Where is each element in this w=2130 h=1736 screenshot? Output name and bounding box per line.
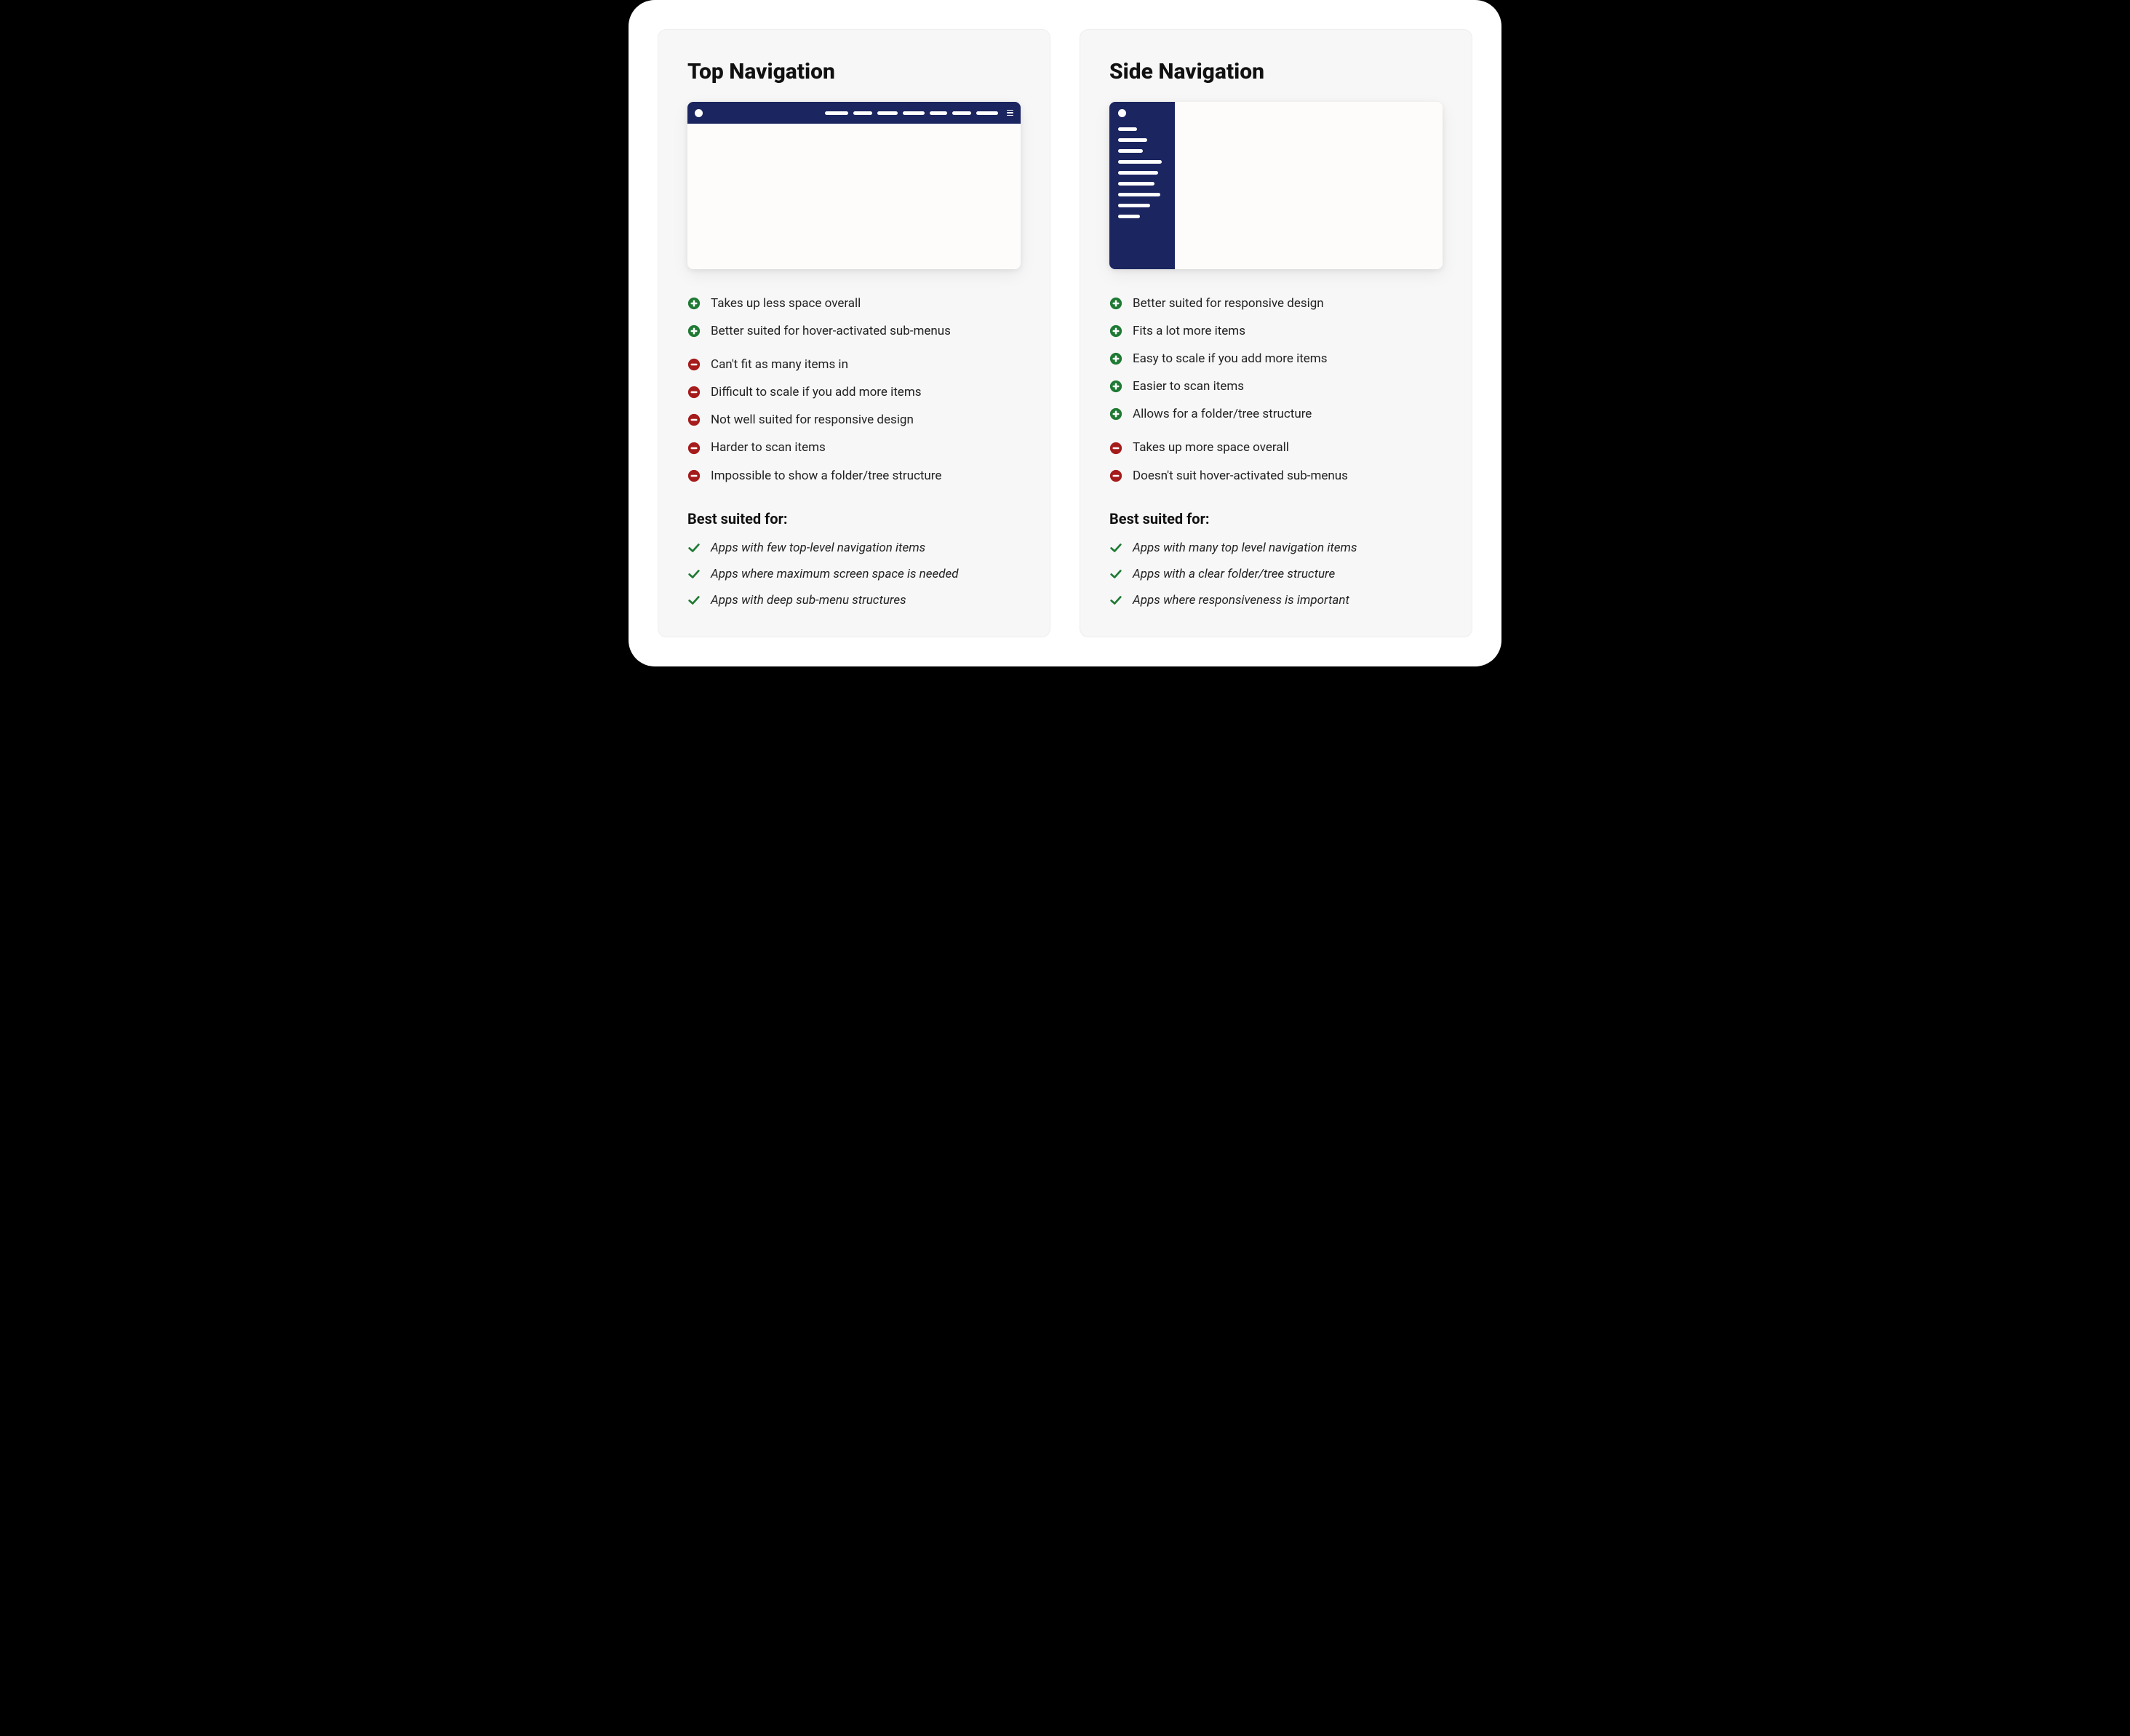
plus-circle-icon bbox=[1109, 352, 1122, 365]
hamburger-icon bbox=[1007, 110, 1013, 116]
item-text: Doesn't suit hover-activated sub-menus bbox=[1133, 468, 1348, 484]
best-suited-list: Apps with many top level navigation item… bbox=[1109, 541, 1443, 608]
list-item: Apps with many top level navigation item… bbox=[1109, 541, 1443, 555]
minus-circle-icon bbox=[1109, 469, 1122, 482]
item-text: Easier to scan items bbox=[1133, 378, 1244, 394]
item-text: Allows for a folder/tree structure bbox=[1133, 406, 1312, 422]
plus-circle-icon bbox=[1109, 407, 1122, 421]
minus-circle-icon bbox=[687, 413, 701, 426]
card-title: Side Navigation bbox=[1109, 59, 1443, 84]
check-icon bbox=[687, 568, 701, 581]
plus-circle-icon bbox=[687, 297, 701, 310]
minus-circle-icon bbox=[687, 469, 701, 482]
cons-list: Takes up more space overall Doesn't suit… bbox=[1109, 439, 1443, 483]
check-icon bbox=[687, 594, 701, 607]
list-item: Apps where responsiveness is important bbox=[1109, 593, 1443, 608]
list-item: Apps with deep sub-menu structures bbox=[687, 593, 1021, 608]
list-item: Can't fit as many items in bbox=[687, 357, 1021, 373]
list-item: Takes up more space overall bbox=[1109, 439, 1443, 455]
minus-circle-icon bbox=[687, 386, 701, 399]
item-text: Difficult to scale if you add more items bbox=[711, 384, 922, 400]
mockup-side-nav bbox=[1109, 102, 1443, 269]
mockup-logo bbox=[1118, 109, 1126, 117]
list-item: Doesn't suit hover-activated sub-menus bbox=[1109, 468, 1443, 484]
plus-circle-icon bbox=[687, 324, 701, 338]
item-text: Apps with deep sub-menu structures bbox=[711, 593, 906, 608]
item-text: Better suited for hover-activated sub-me… bbox=[711, 323, 951, 339]
item-text: Takes up more space overall bbox=[1133, 439, 1289, 455]
list-item: Difficult to scale if you add more items bbox=[687, 384, 1021, 400]
item-text: Fits a lot more items bbox=[1133, 323, 1245, 339]
mockup-sidebar bbox=[1109, 102, 1175, 269]
list-item: Not well suited for responsive design bbox=[687, 412, 1021, 428]
minus-circle-icon bbox=[1109, 442, 1122, 455]
list-item: Allows for a folder/tree structure bbox=[1109, 406, 1443, 422]
mockup-content-area bbox=[1175, 102, 1443, 269]
plus-circle-icon bbox=[1109, 380, 1122, 393]
check-icon bbox=[1109, 568, 1122, 581]
card-title: Top Navigation bbox=[687, 59, 1021, 84]
pros-list: Better suited for responsive design Fits… bbox=[1109, 295, 1443, 422]
card-side-navigation: Side Navigation bbox=[1080, 29, 1472, 637]
item-text: Takes up less space overall bbox=[711, 295, 861, 311]
item-text: Apps with a clear folder/tree structure bbox=[1133, 567, 1335, 581]
list-item: Easy to scale if you add more items bbox=[1109, 351, 1443, 367]
comparison-page: Top Navigation bbox=[629, 0, 1501, 666]
mockup-topbar bbox=[687, 102, 1021, 124]
item-text: Apps with few top-level navigation items bbox=[711, 541, 925, 555]
item-text: Apps where maximum screen space is neede… bbox=[711, 567, 959, 581]
list-item: Takes up less space overall bbox=[687, 295, 1021, 311]
best-suited-list: Apps with few top-level navigation items… bbox=[687, 541, 1021, 608]
item-text: Apps with many top level navigation item… bbox=[1133, 541, 1357, 555]
list-item: Better suited for hover-activated sub-me… bbox=[687, 323, 1021, 339]
plus-circle-icon bbox=[1109, 297, 1122, 310]
list-item: Apps where maximum screen space is neede… bbox=[687, 567, 1021, 581]
list-item: Apps with few top-level navigation items bbox=[687, 541, 1021, 555]
mockup-top-nav bbox=[687, 102, 1021, 269]
item-text: Better suited for responsive design bbox=[1133, 295, 1324, 311]
list-item: Impossible to show a folder/tree structu… bbox=[687, 468, 1021, 484]
check-icon bbox=[1109, 541, 1122, 554]
card-top-navigation: Top Navigation bbox=[658, 29, 1050, 637]
list-item: Easier to scan items bbox=[1109, 378, 1443, 394]
item-text: Apps where responsiveness is important bbox=[1133, 593, 1349, 608]
item-text: Easy to scale if you add more items bbox=[1133, 351, 1327, 367]
item-text: Impossible to show a folder/tree structu… bbox=[711, 468, 941, 484]
pros-list: Takes up less space overall Better suite… bbox=[687, 295, 1021, 339]
mockup-logo bbox=[695, 109, 703, 117]
list-item: Harder to scan items bbox=[687, 439, 1021, 455]
best-suited-heading: Best suited for: bbox=[1109, 510, 1443, 527]
best-suited-heading: Best suited for: bbox=[687, 510, 1021, 527]
minus-circle-icon bbox=[687, 442, 701, 455]
plus-circle-icon bbox=[1109, 324, 1122, 338]
minus-circle-icon bbox=[687, 358, 701, 371]
item-text: Not well suited for responsive design bbox=[711, 412, 914, 428]
mockup-nav-items bbox=[825, 111, 998, 115]
cons-list: Can't fit as many items in Difficult to … bbox=[687, 357, 1021, 483]
list-item: Apps with a clear folder/tree structure bbox=[1109, 567, 1443, 581]
list-item: Fits a lot more items bbox=[1109, 323, 1443, 339]
check-icon bbox=[687, 541, 701, 554]
list-item: Better suited for responsive design bbox=[1109, 295, 1443, 311]
item-text: Can't fit as many items in bbox=[711, 357, 848, 373]
item-text: Harder to scan items bbox=[711, 439, 826, 455]
check-icon bbox=[1109, 594, 1122, 607]
